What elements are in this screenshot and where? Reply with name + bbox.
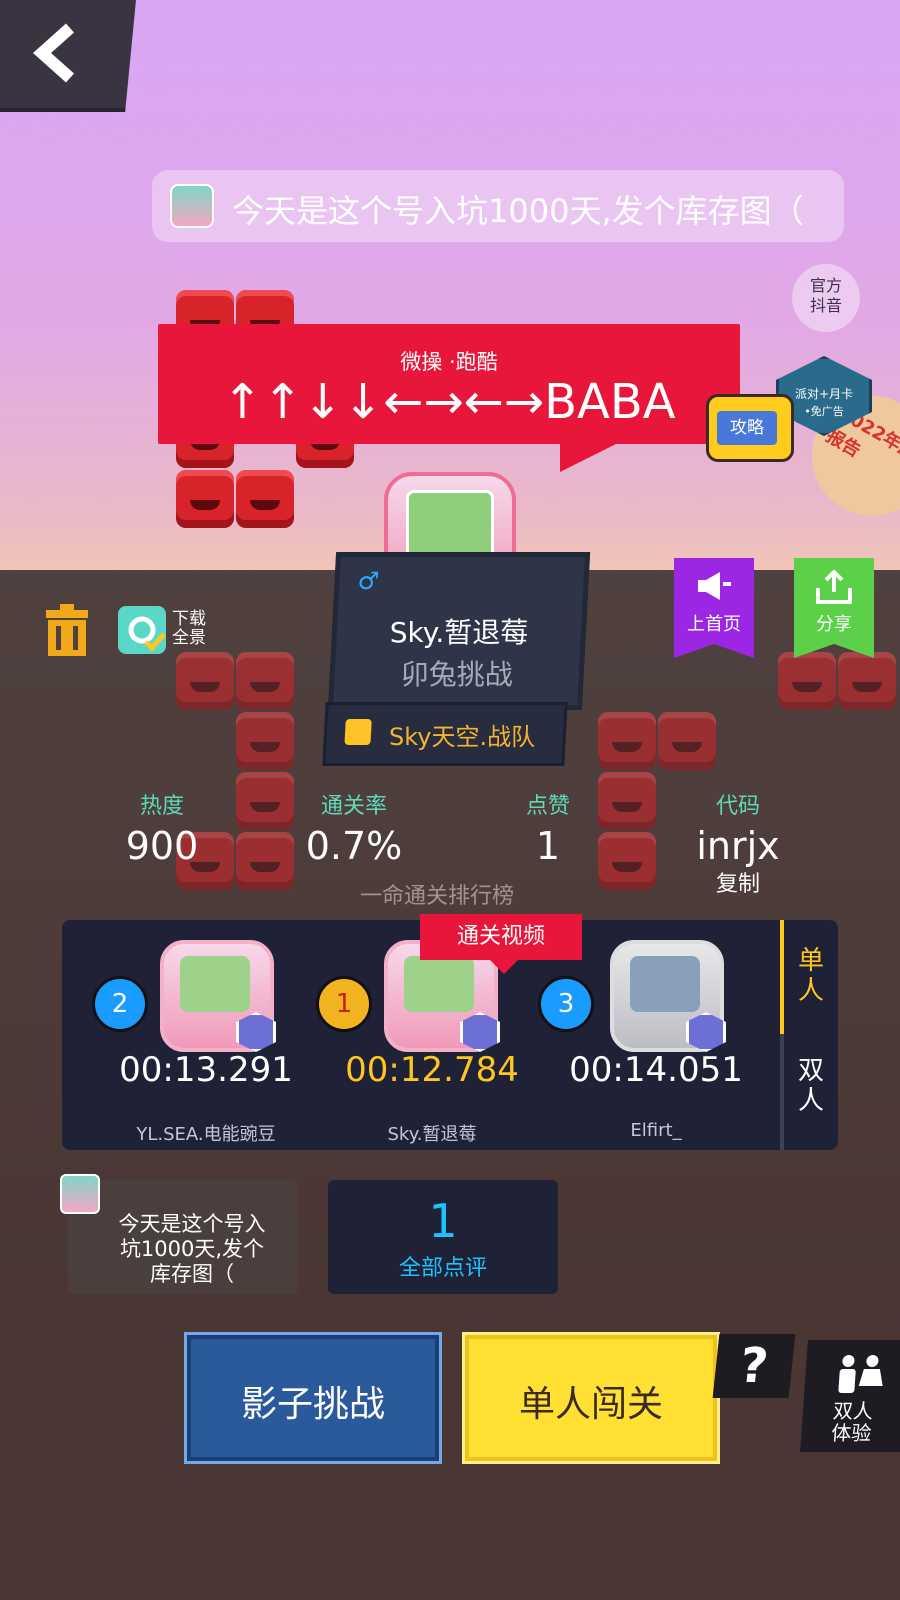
level-tags: 微操 ·跑酷: [400, 350, 498, 374]
author-name: Sky.暂退莓: [389, 616, 529, 649]
medal-icon: [460, 1012, 500, 1052]
heat-label: 热度: [139, 794, 184, 819]
tab-single-line2: 人: [797, 976, 824, 1006]
message-bubble[interactable]: 今天是这个号入坑1000天,发个库存图（: [152, 170, 844, 242]
code-label: 代码: [715, 794, 760, 819]
stat-heat: 热度 900: [82, 788, 242, 868]
avatar: [170, 184, 214, 228]
promote-button[interactable]: 上首页: [674, 558, 754, 658]
reviews-count: 1: [428, 1194, 458, 1248]
team-bar[interactable]: Sky天空.战队: [322, 702, 568, 766]
tab-single[interactable]: 单 人: [784, 920, 838, 1034]
level-banner: 微操 ·跑酷 ↑↑↓↓←→←→BABA: [158, 324, 740, 472]
avatar-image: [404, 956, 474, 1012]
share-label: 分享: [816, 614, 852, 635]
message-text: 今天是这个号入坑1000天,发个库存图（: [232, 192, 804, 230]
guide-tv-button[interactable]: 攻略: [706, 394, 794, 462]
time-2: 00:13.291: [119, 1050, 293, 1090]
leaderboard-title: 一命通关排行榜: [360, 884, 515, 909]
avatar-image: [406, 490, 494, 560]
time-1: 00:12.784: [345, 1050, 519, 1090]
likes-value: 1: [535, 824, 561, 868]
star-medal-icon: [686, 1012, 726, 1052]
male-icon: ♂: [356, 567, 380, 595]
author-title: 卯兔挑战: [400, 658, 513, 691]
share-button[interactable]: 分享: [794, 558, 874, 658]
code-value: inrjx: [696, 824, 780, 868]
solo-play-label: 单人闯关: [518, 1384, 663, 1425]
likes-label: 点赞: [525, 794, 570, 819]
tab-single-line1: 单: [797, 946, 824, 976]
megaphone-icon: [698, 572, 731, 600]
promote-label: 上首页: [687, 614, 741, 635]
comment-line2: 坑1000天,发个: [119, 1237, 265, 1261]
chevron-left-icon: [32, 23, 74, 83]
comment-line3: 库存图（: [150, 1262, 234, 1286]
comment-text: 今天是这个号入 坑1000天,发个 库存图（: [92, 1212, 292, 1287]
player-name-2: YL.SEA.电能豌豆: [136, 1124, 276, 1145]
reviews-label: 全部点评: [398, 1256, 487, 1281]
duo-line2: 体验: [830, 1421, 873, 1445]
player-name-1: Sky.暂退莓: [387, 1124, 477, 1145]
time-3: 00:14.051: [569, 1050, 743, 1090]
camera-icon[interactable]: [118, 606, 166, 654]
level-title: ↑↑↓↓←→←→BABA: [222, 374, 676, 430]
medal-icon: [236, 1012, 276, 1052]
avatar-image: [180, 956, 250, 1012]
shadow-challenge-label: 影子挑战: [240, 1384, 385, 1425]
help-icon: ?: [737, 1338, 771, 1394]
help-button[interactable]: ?: [712, 1334, 796, 1398]
official-line1: 官方: [809, 276, 842, 295]
solo-play-button[interactable]: 单人闯关: [462, 1332, 720, 1464]
latest-comment-box[interactable]: 今天是这个号入 坑1000天,发个 库存图（: [68, 1180, 298, 1294]
trophy-icon: [344, 719, 372, 745]
player-avatar-2[interactable]: [160, 940, 276, 1052]
download-panorama-button[interactable]: 下载 全景: [172, 610, 206, 648]
rank-badge-3: 3: [538, 976, 594, 1032]
avatar-image: [630, 956, 700, 1012]
tab-double[interactable]: 双 人: [784, 1036, 838, 1150]
player-avatar-3[interactable]: [610, 940, 726, 1052]
duo-experience-button[interactable]: 双人 体验: [800, 1340, 900, 1452]
guide-label: 攻略: [717, 411, 777, 445]
duo-line1: 双人: [832, 1399, 874, 1423]
copy-code-button[interactable]: 复制: [658, 866, 818, 898]
back-button[interactable]: [0, 0, 136, 112]
trash-icon[interactable]: [44, 604, 90, 656]
comment-avatar: [60, 1174, 100, 1214]
duo-label: 双人 体验: [801, 1399, 900, 1445]
clear-video-button[interactable]: 通关视频: [420, 914, 582, 974]
author-info-card[interactable]: ♂ Sky.暂退莓 卯兔挑战: [327, 552, 591, 710]
download-line2: 全景: [172, 628, 206, 648]
tab-double-line2: 人: [797, 1086, 824, 1116]
stat-likes: 点赞 1: [468, 788, 628, 868]
download-line1: 下载: [172, 609, 206, 629]
share-icon: [816, 570, 852, 604]
two-people-icon: [838, 1355, 883, 1393]
heat-value: 900: [125, 824, 199, 868]
tab-double-line1: 双: [797, 1056, 824, 1086]
team-name: Sky天空.战队: [388, 723, 536, 751]
stat-clear-rate: 通关率 0.7%: [274, 788, 434, 868]
clear-rate-label: 通关率: [320, 794, 387, 819]
official-line2: 抖音: [809, 296, 842, 315]
comment-line1: 今天是这个号入: [118, 1212, 266, 1236]
all-reviews-button[interactable]: 1 全部点评: [328, 1180, 558, 1294]
rank-badge-2: 2: [92, 976, 148, 1032]
clear-rate-value: 0.7%: [305, 824, 403, 868]
shadow-challenge-button[interactable]: 影子挑战: [184, 1332, 442, 1464]
rank-badge-1: 1: [316, 976, 372, 1032]
player-name-3: Elfirt_: [630, 1120, 682, 1141]
official-douyin-button[interactable]: 官方 抖音: [792, 264, 860, 332]
stat-code: 代码 inrjx: [658, 788, 818, 868]
